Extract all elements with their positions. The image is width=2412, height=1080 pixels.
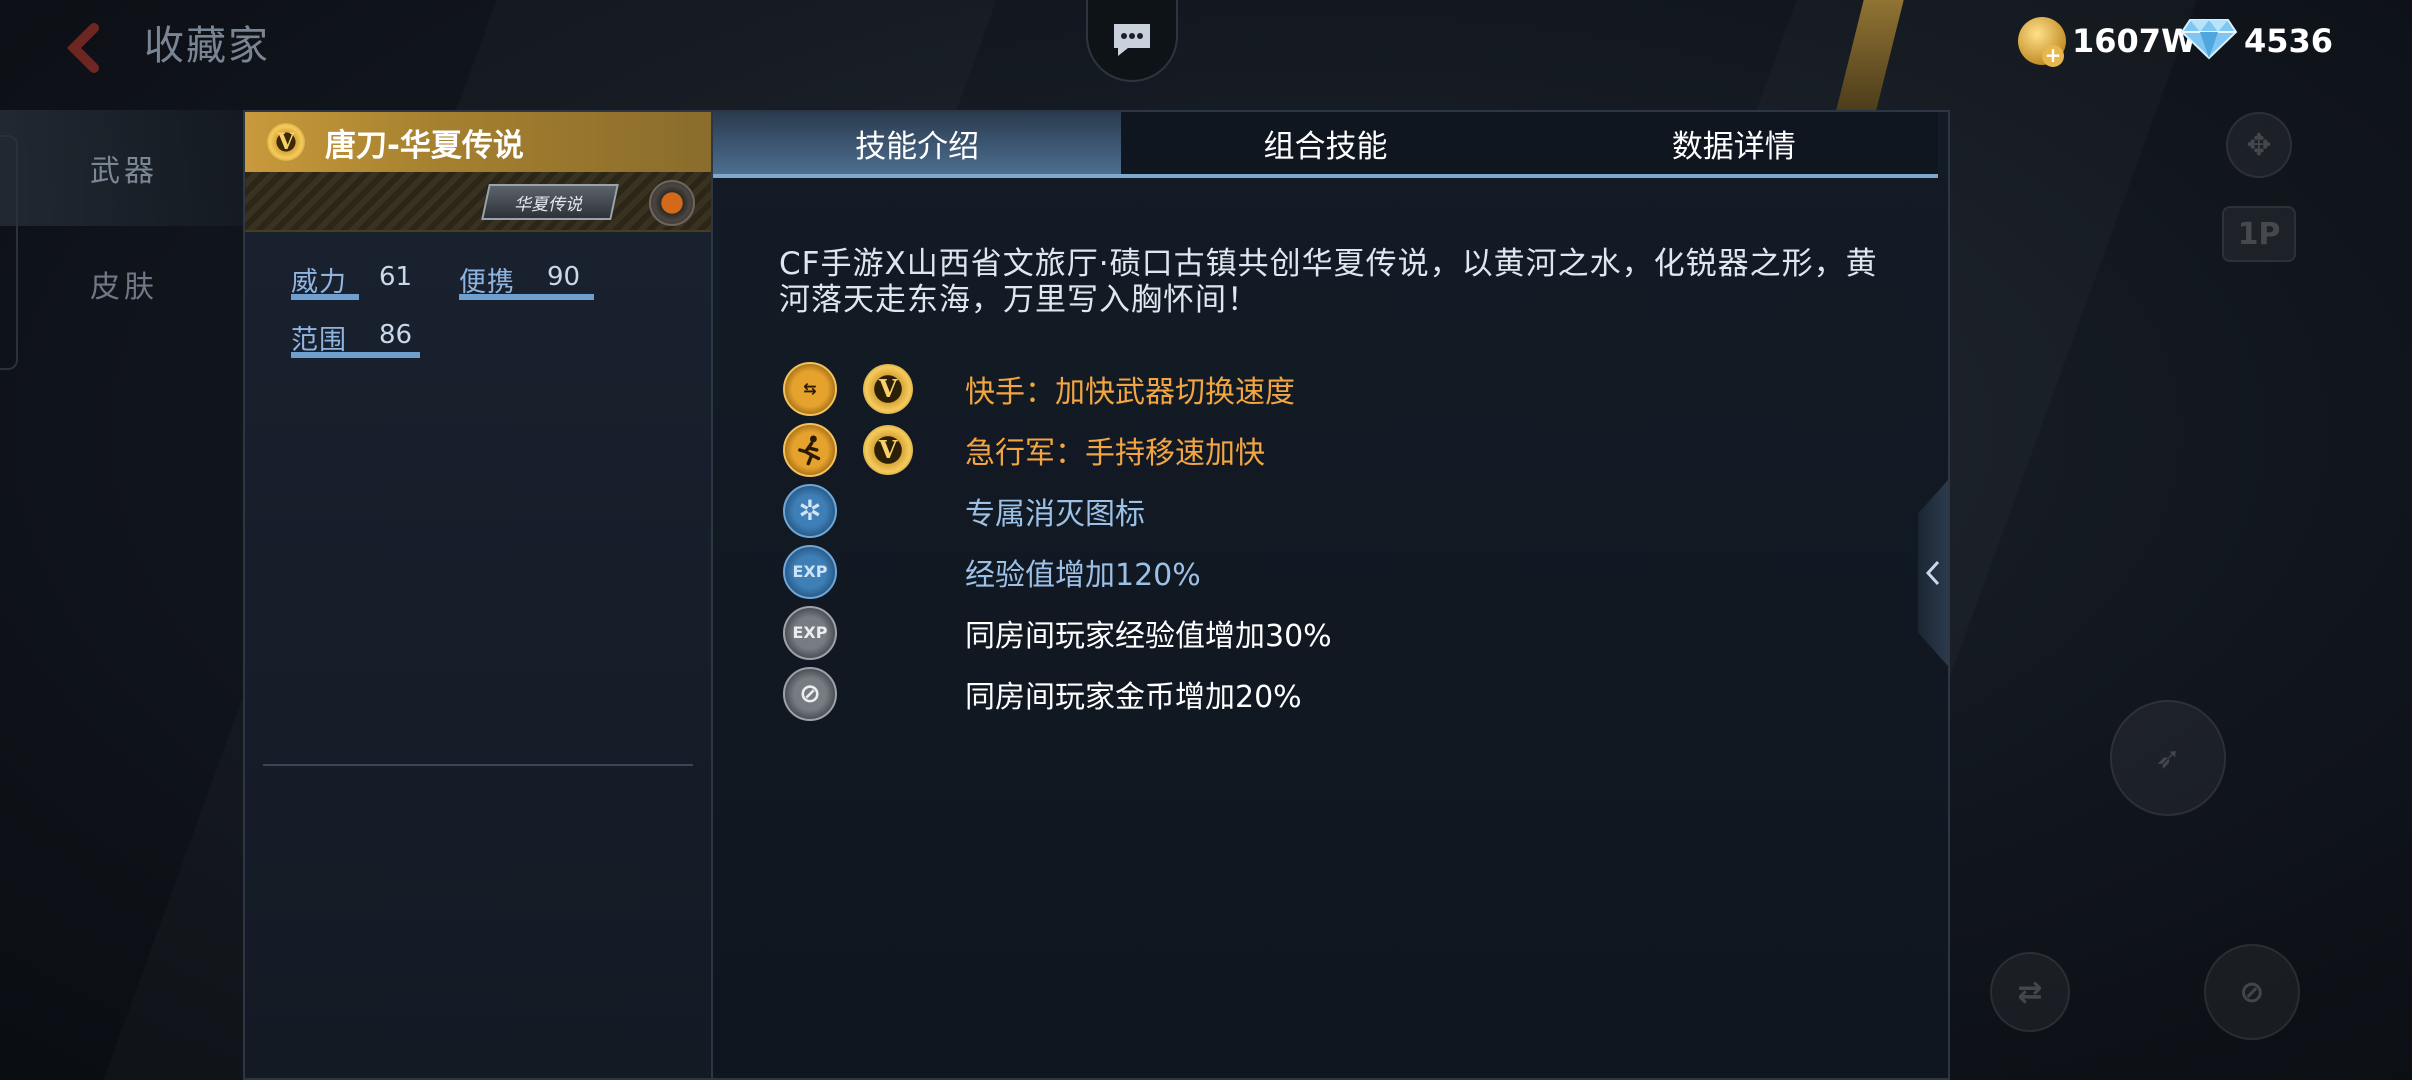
room-coin-icon: ⊘ [783,666,837,721]
stat-power: 威力 61 [291,260,412,300]
divider [263,764,693,766]
coin-value: 1607W [2072,22,2197,60]
v-rank-badge-icon: V [863,363,913,414]
side-nav: 武器 皮肤 [0,110,245,342]
stat-portability: 便携 90 [459,260,609,300]
tab-combo-skills[interactable]: 组合技能 [1121,112,1530,174]
bullet-icon[interactable]: ➶ [2110,700,2226,816]
diamond-balance[interactable]: 4536 [2180,18,2333,64]
skill-row: EXP 经验值增加120% [783,541,1332,602]
skill-row: ⇆ V 快手：加快武器切换速度 [783,358,1332,419]
chat-button[interactable] [1086,0,1178,82]
tab-data-details[interactable]: 数据详情 [1529,112,1938,174]
skill-row: V 急行军：手持移速加快 [783,419,1332,480]
v-badge-slot [863,486,913,536]
room-exp-icon: EXP [783,605,837,660]
skill-row: EXP 同房间玩家经验值增加30% [783,602,1332,663]
skill-list: ⇆ V 快手：加快武器切换速度 V 急行军：手持移速加快 ✲ 专属消灭图标 EX… [783,358,1332,724]
player-view-toggle[interactable]: 1P [2222,206,2296,262]
stat-bar [291,294,359,300]
skill-text: 快手：加快武器切换速度 [965,374,1295,410]
running-man-icon [783,422,837,477]
swap-icon[interactable]: ⇄ [1990,952,2070,1032]
tab-skill-intro[interactable]: 技能介绍 [713,112,1122,174]
diamond-value: 4536 [2244,22,2334,60]
side-nav-label: 武器 [90,154,158,189]
stat-bar [291,352,420,358]
v-badge-slot [863,608,913,658]
gold-coin-icon [2018,17,2066,67]
series-tag: 华夏传说 [481,184,619,220]
skill-text: 急行军：手持移速加快 [965,435,1265,471]
player-label: 1P [2237,216,2281,252]
skill-text: 专属消灭图标 [965,496,1145,532]
stat-range: 范围 86 [291,318,441,358]
back-button[interactable] [56,18,116,78]
grade-emblem-icon [649,180,695,226]
chat-bubble-icon [1114,24,1150,56]
skill-text: 经验值增加120% [965,557,1201,593]
diamond-icon [2180,14,2238,68]
weapon-info-panel: V 唐刀-华夏传说 华夏传说 威力 61 便携 90 范围 86 [243,110,713,1080]
skill-row: ✲ 专属消灭图标 [783,480,1332,541]
settings-icon[interactable]: ✥ [2226,112,2292,178]
quick-switch-icon: ⇆ [783,361,837,416]
side-nav-weapons[interactable]: 武器 [0,110,245,226]
side-nav-skins[interactable]: 皮肤 [0,226,245,342]
stat-value: 61 [379,262,413,292]
kill-mark-icon: ✲ [783,483,837,538]
side-nav-label: 皮肤 [90,270,158,305]
hide-view-icon[interactable]: ⊘ [2204,944,2300,1040]
v-rank-badge-icon: V [267,123,305,161]
skill-panel: 技能介绍 组合技能 数据详情 CF手游X山西省文旅厅·碛口古镇共创华夏传说，以黄… [711,110,1950,1080]
v-badge-slot [863,669,913,719]
v-rank-badge-icon: V [863,424,913,475]
weapon-header: V 唐刀-华夏传说 [245,112,711,172]
skill-text: 同房间玩家经验值增加30% [965,618,1332,654]
coin-balance[interactable]: 1607W [2018,17,2197,67]
stat-bar [459,294,594,300]
chevron-left-icon [1925,560,1940,586]
chevron-left-icon [66,23,99,73]
weapon-name: 唐刀-华夏传说 [325,127,524,164]
exp-plus-icon: EXP [783,544,837,599]
weapon-tag-bar: 华夏传说 [245,172,711,232]
page-title: 收藏家 [144,23,270,69]
weapon-description: CF手游X山西省文旅厅·碛口古镇共创华夏传说，以黄河之水，化锐器之形，黄河落天走… [779,246,1878,318]
tab-bar: 技能介绍 组合技能 数据详情 [713,112,1938,178]
skill-row: ⊘ 同房间玩家金币增加20% [783,663,1332,724]
stat-value: 90 [547,262,581,292]
weapon-stats: 威力 61 便携 90 范围 86 [245,232,711,358]
stat-value: 86 [379,320,413,350]
skill-text: 同房间玩家金币增加20% [965,679,1302,715]
v-badge-slot [863,547,913,597]
